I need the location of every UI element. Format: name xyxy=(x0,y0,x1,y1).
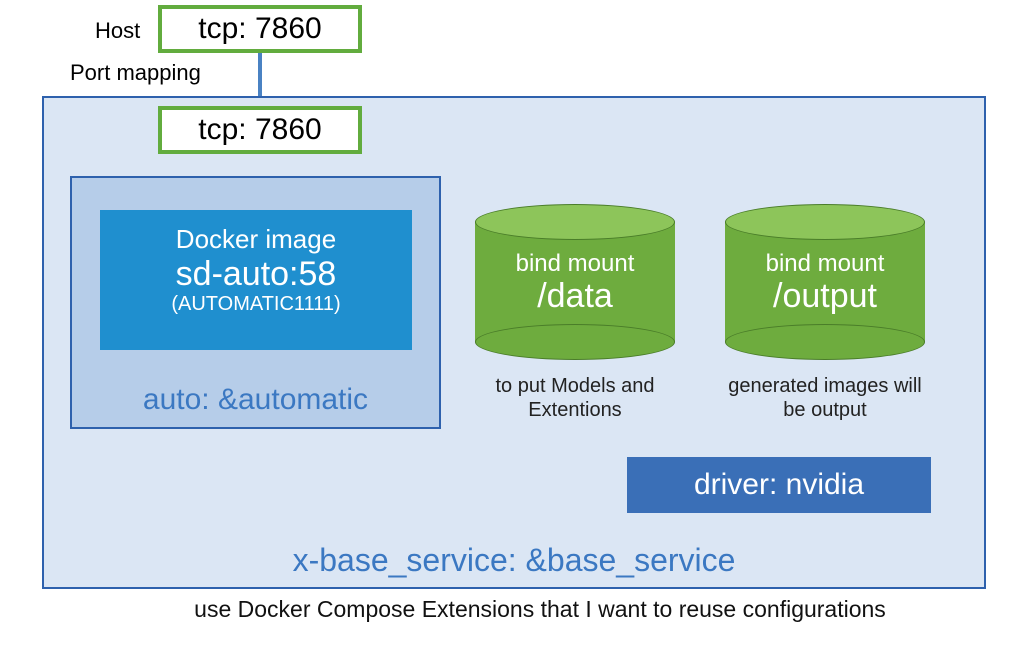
base-service-title: x-base_service: &base_service xyxy=(44,542,984,579)
docker-image-tag: sd-auto:58 xyxy=(100,255,412,293)
host-port-box: tcp: 7860 xyxy=(158,5,362,53)
bind-mount-data-caption: to put Models and Extentions xyxy=(465,374,685,422)
bind-mount-data-label: bind mount xyxy=(475,250,675,278)
driver-box: driver: nvidia xyxy=(627,457,931,513)
bind-mount-output-label: bind mount xyxy=(725,250,925,278)
diagram-canvas: Host Port mapping container x-base_servi… xyxy=(0,0,1018,647)
bind-mount-output-caption: generated images will be output xyxy=(715,374,935,422)
label-host: Host xyxy=(95,18,140,44)
docker-image-box: Docker image sd-auto:58 (AUTOMATIC1111) xyxy=(100,210,412,350)
bind-mount-output-path: /output xyxy=(725,278,925,314)
docker-image-sub: (AUTOMATIC1111) xyxy=(100,293,412,316)
container-port-box: tcp: 7860 xyxy=(158,106,362,154)
docker-image-label: Docker image xyxy=(100,224,412,255)
bind-mount-output: bind mount /output xyxy=(725,222,925,342)
auto-service-title: auto: &automatic xyxy=(72,383,439,417)
label-port-mapping: Port mapping xyxy=(70,60,201,86)
bind-mount-data: bind mount /data xyxy=(475,222,675,342)
footer-text: use Docker Compose Extensions that I wan… xyxy=(100,596,980,623)
bind-mount-data-path: /data xyxy=(475,278,675,314)
